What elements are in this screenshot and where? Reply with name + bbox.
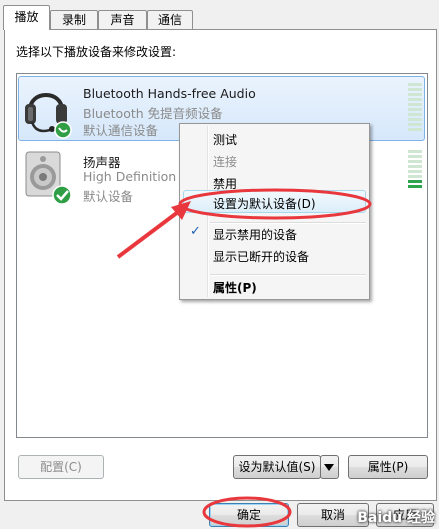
device-status: 默认通信设备 — [83, 123, 159, 138]
instruction-text: 选择以下播放设备来修改设置: — [16, 45, 177, 59]
chevron-down-icon — [324, 464, 334, 471]
headset-icon — [25, 93, 72, 139]
set-default-button[interactable]: 设为默认值(S) — [233, 455, 321, 479]
ok-button[interactable]: 确定 — [209, 503, 289, 527]
watermark: Baidu 经验 — [357, 510, 435, 526]
checkmark-icon: ✓ — [190, 224, 201, 239]
menu-item-disable[interactable]: 禁用 — [213, 175, 237, 192]
menu-item-show-disconnected[interactable]: 显示已断开的设备 — [213, 248, 309, 265]
tab-recording[interactable]: 录制 — [50, 10, 98, 29]
menu-item-set-default[interactable]: 设置为默认设备(D) — [213, 195, 316, 212]
tab-strip: 播放 录制 声音 通信 — [0, 0, 439, 30]
tab-sounds[interactable]: 声音 — [98, 10, 147, 29]
configure-button[interactable]: 配置(C) — [18, 455, 104, 479]
menu-item-show-disabled[interactable]: 显示禁用的设备 — [213, 226, 297, 243]
properties-button[interactable]: 属性(P) — [348, 455, 428, 479]
device-status: 默认设备 — [83, 189, 134, 204]
volume-meter — [408, 150, 422, 190]
volume-meter — [408, 83, 422, 133]
device-name: Bluetooth Hands-free Audio — [83, 86, 256, 101]
tab-playback[interactable]: 播放 — [3, 5, 50, 30]
menu-item-connect[interactable]: 连接 — [213, 153, 237, 170]
tab-communications[interactable]: 通信 — [147, 10, 193, 29]
set-default-dropdown[interactable] — [320, 455, 339, 479]
device-description: High Definition A — [83, 169, 189, 184]
menu-item-properties[interactable]: 属性(P) — [213, 279, 257, 296]
menu-item-test[interactable]: 测试 — [213, 131, 237, 148]
speaker-icon — [25, 151, 72, 205]
